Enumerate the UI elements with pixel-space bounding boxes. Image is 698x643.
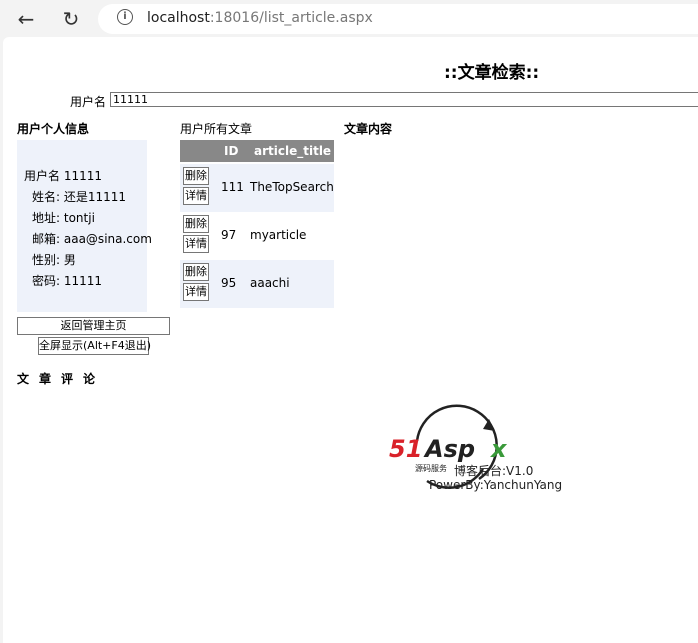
info-label: 性别: [32, 253, 61, 267]
article-id: 97 [221, 228, 237, 242]
delete-button[interactable]: 删除 [183, 215, 209, 233]
user-articles-heading: 用户所有文章 [180, 122, 253, 136]
site-info-icon[interactable]: i [117, 9, 133, 25]
svg-text:51: 51 [389, 435, 422, 463]
url-host: localhost [147, 10, 210, 26]
article-id: 111 [221, 180, 244, 194]
user-info-panel: 用户名 11111 姓名: 还是11111 地址: tontji 邮箱: aaa… [17, 140, 152, 312]
delete-button[interactable]: 删除 [183, 263, 209, 281]
svg-text:Asp: Asp [423, 435, 475, 463]
article-title: myarticle [250, 228, 307, 242]
comments-heading: 文章评论 [17, 372, 106, 386]
info-value: tontji [63, 211, 95, 225]
table-row: 删除 详情 95 aaachi [180, 260, 334, 308]
article-title: TheTopSearch [250, 180, 334, 194]
table-row: 删除 详情 111 TheTopSearch [180, 164, 334, 212]
info-row-address: 地址: tontji [32, 209, 95, 226]
info-label: 用户名 [24, 169, 61, 183]
footer-version: 博客后台:V1.0 [454, 464, 534, 478]
reload-icon[interactable]: ↻ [58, 6, 84, 32]
svg-text:源码服务: 源码服务 [415, 463, 447, 473]
url-text[interactable]: localhost:18016/list_article.aspx [147, 10, 373, 26]
detail-button[interactable]: 详情 [183, 283, 209, 301]
info-value: aaa@sina.com [63, 232, 152, 246]
info-row-username: 用户名 11111 [24, 167, 102, 184]
username-label: 用户名 [70, 95, 107, 109]
detail-button[interactable]: 详情 [183, 235, 209, 253]
delete-button[interactable]: 删除 [183, 167, 209, 185]
info-label: 密码: [32, 274, 61, 288]
svg-text:x: x [490, 435, 508, 463]
browser-toolbar: ← ↻ i localhost:18016/list_article.aspx [0, 0, 698, 37]
url-path: :18016/list_article.aspx [209, 10, 373, 26]
article-title: aaachi [250, 276, 290, 290]
info-value: 11111 [63, 169, 103, 183]
info-row-email: 邮箱: aaa@sina.com [32, 230, 152, 247]
article-id: 95 [221, 276, 237, 290]
info-value: 男 [63, 253, 76, 267]
fullscreen-button[interactable]: 全屏显示(Alt+F4退出) [38, 337, 151, 355]
info-value: 还是11111 [63, 190, 127, 204]
header-id: ID [224, 144, 239, 158]
info-label: 邮箱: [32, 232, 61, 246]
table-header: ID article_title [180, 140, 334, 162]
header-title: article_title [254, 144, 332, 158]
info-value: 11111 [63, 274, 103, 288]
back-arrow-icon[interactable]: ← [13, 6, 39, 32]
table-row: 删除 详情 97 myarticle [180, 212, 334, 260]
info-row-password: 密码: 11111 [32, 272, 102, 289]
user-info-heading: 用户个人信息 [17, 122, 90, 136]
article-content-heading: 文章内容 [344, 122, 393, 136]
info-label: 地址: [32, 211, 61, 225]
page-title: ::文章检索:: [444, 63, 540, 83]
footer-powered-by: PowerBy:YanchunYang [429, 478, 563, 492]
info-row-name: 姓名: 还是11111 [32, 188, 126, 205]
username-input[interactable] [110, 92, 698, 107]
info-row-gender: 性别: 男 [32, 251, 76, 268]
detail-button[interactable]: 详情 [183, 187, 209, 205]
info-label: 姓名: [32, 190, 61, 204]
back-home-button[interactable]: 返回管理主页 [17, 317, 170, 335]
page-content: ::文章检索:: 用户名 用户个人信息 用户所有文章 文章内容 用户名 1111… [3, 37, 698, 643]
